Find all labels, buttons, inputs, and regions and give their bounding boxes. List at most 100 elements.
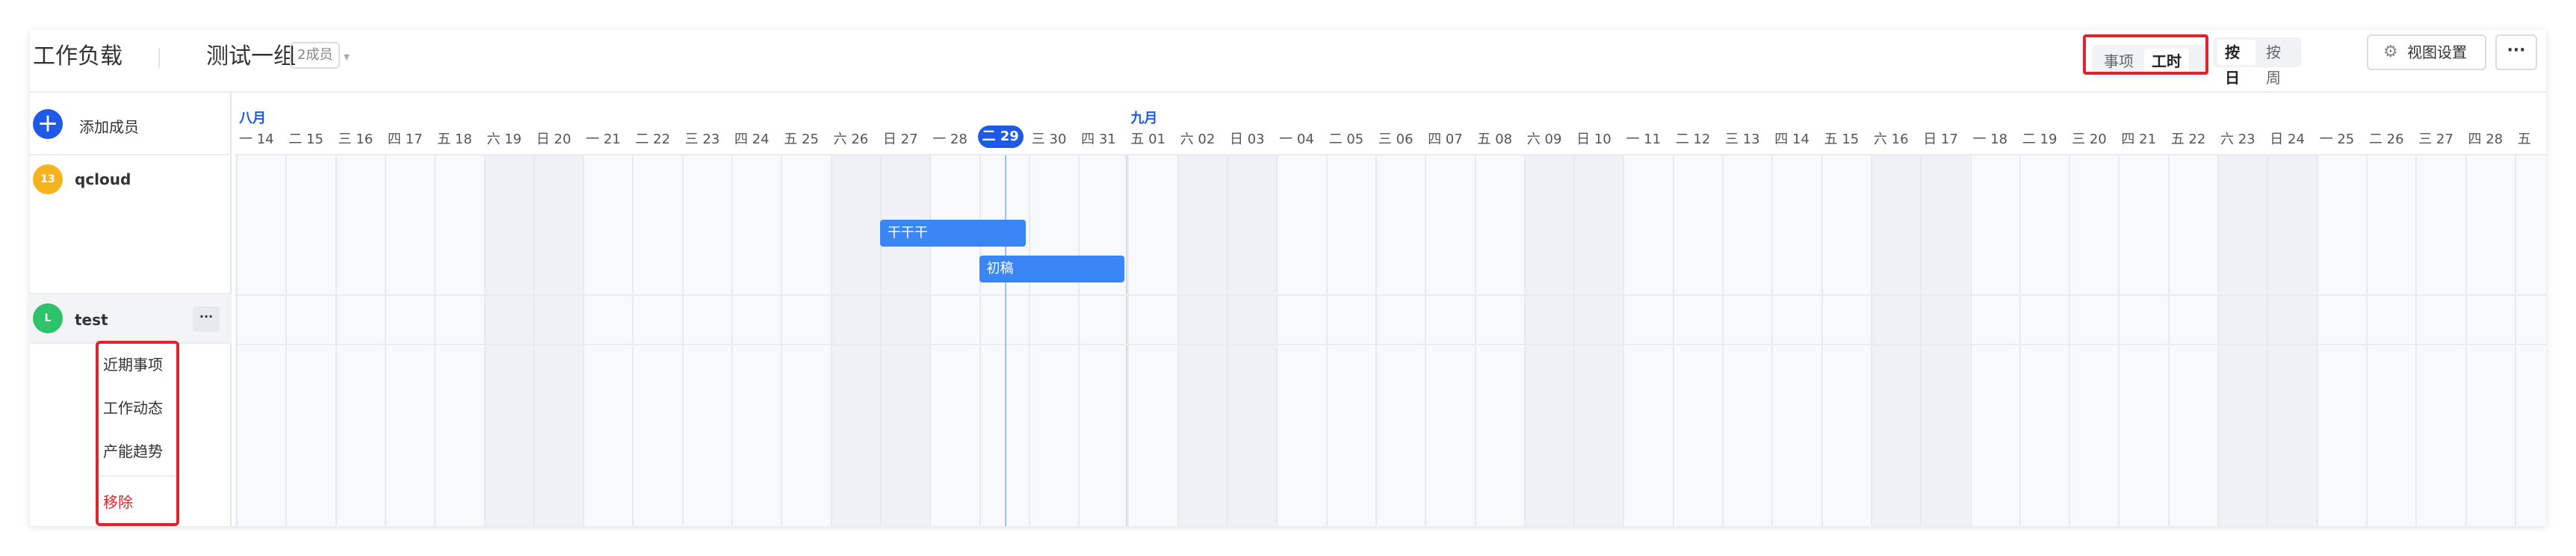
day-gridline — [1573, 155, 1576, 526]
task-bar[interactable]: 初稿 — [979, 256, 1125, 282]
day-label: 一 28 — [932, 132, 967, 147]
weekend-column — [1920, 155, 1970, 526]
day-gridline — [483, 155, 486, 526]
page-title: 工作负载 — [33, 43, 123, 70]
weekend-column — [2267, 155, 2317, 526]
day-gridline — [2415, 155, 2418, 526]
day-gridline — [2267, 155, 2269, 526]
day-gridline — [929, 155, 932, 526]
day-gridline — [1672, 155, 1674, 526]
day-label: 一 25 — [2319, 132, 2355, 147]
group-selector[interactable]: 测试一组 — [206, 42, 296, 72]
weekend-column — [1177, 155, 1227, 526]
row-more-button[interactable]: ··· — [193, 306, 220, 332]
highlight-box — [2083, 34, 2208, 75]
day-label: 一 11 — [1626, 132, 1662, 147]
workload-app: 工作负载 测试一组 2成员 ▾ 事项 工时 按日 按周 ⚙ 视图设置 ··· +… — [30, 30, 2546, 526]
day-gridline — [1920, 155, 1922, 526]
time-scale-toggle: 按日 按周 — [2213, 37, 2301, 87]
member-name: qcloud — [75, 170, 131, 188]
day-gridline — [632, 155, 634, 526]
day-label: 四 14 — [1774, 132, 1809, 147]
date-header: 一 14 二 15 三 16 四 17 五 18 六 19 日 20 一 21 二 22 三 23… — [235, 93, 2546, 155]
add-member-label[interactable]: 添加成员 — [79, 115, 139, 137]
view-settings-button[interactable]: ⚙ 视图设置 — [2367, 34, 2486, 70]
day-label: 二 22 — [635, 132, 671, 147]
more-button[interactable]: ··· — [2495, 34, 2537, 70]
timeline-grid: 一 14 二 15 三 16 四 17 五 18 六 19 日 20 一 21 二 22 三 23… — [235, 93, 2546, 526]
day-label: 日 24 — [2270, 132, 2305, 147]
member-row-test: L test ··· — [30, 294, 232, 344]
day-label: 四 07 — [1428, 132, 1463, 147]
day-gridline — [681, 155, 684, 526]
chevron-down-icon[interactable]: ▾ — [344, 49, 350, 64]
day-gridline — [1870, 155, 1872, 526]
menu-item-capacity-trend[interactable]: 产能趋势 — [103, 439, 163, 461]
menu-item-work-activity[interactable]: 工作动态 — [103, 396, 163, 418]
add-member-row[interactable]: + 添加成员 — [30, 93, 232, 155]
menu-item-remove[interactable]: 移除 — [103, 490, 133, 512]
day-gridline — [1474, 155, 1476, 526]
day-label: 三 13 — [1725, 132, 1760, 147]
day-label: 三 30 — [1031, 132, 1067, 147]
weekend-column — [1573, 155, 1623, 526]
day-label: 日 10 — [1576, 132, 1611, 147]
member-row-qcloud: 13 qcloud — [30, 155, 232, 294]
day-label: 二 12 — [1675, 132, 1711, 147]
today-marker: 二 29 — [977, 126, 1024, 148]
day-gridline — [781, 155, 783, 526]
plus-icon[interactable]: + — [33, 109, 63, 139]
day-label: 二 15 — [288, 132, 323, 147]
day-label: 五 25 — [784, 132, 819, 147]
day-label: 六 09 — [1526, 132, 1562, 147]
weekend-column — [2217, 155, 2267, 526]
member-context-menu: 近期事项 工作动态 产能趋势 移除 — [96, 341, 179, 526]
scale-week[interactable]: 按周 — [2258, 40, 2297, 87]
day-label: 五 15 — [1824, 132, 1860, 147]
day-label: 三 06 — [1378, 132, 1414, 147]
day-gridline — [879, 155, 882, 526]
day-gridline — [1771, 155, 1774, 526]
day-label: 三 27 — [2418, 132, 2453, 147]
day-gridline — [533, 155, 535, 526]
day-label: 四 24 — [734, 132, 770, 147]
day-gridline — [434, 155, 436, 526]
day-gridline — [1623, 155, 1625, 526]
day-gridline — [1127, 155, 1130, 526]
day-label: 日 27 — [882, 132, 918, 147]
month-divider — [1126, 155, 1128, 526]
day-label: 五 22 — [2170, 132, 2206, 147]
day-gridline — [335, 155, 337, 526]
day-label: 三 16 — [338, 132, 374, 147]
day-label: 二 05 — [1328, 132, 1364, 147]
menu-item-recent-items[interactable]: 近期事项 — [103, 353, 163, 374]
day-label: 一 21 — [586, 132, 621, 147]
weekend-column — [1227, 155, 1277, 526]
day-label: 五 18 — [437, 132, 472, 147]
row-divider — [235, 294, 2546, 296]
day-gridline — [2217, 155, 2219, 526]
menu-divider — [99, 475, 176, 477]
day-gridline — [1078, 155, 1080, 526]
day-label: 一 04 — [1279, 132, 1314, 147]
scale-day[interactable]: 按日 — [2217, 40, 2255, 87]
day-gridline — [1325, 155, 1328, 526]
day-label: 五 01 — [1130, 132, 1166, 147]
day-gridline — [2069, 155, 2071, 526]
day-label: 三 23 — [684, 132, 720, 147]
header-divider — [158, 48, 160, 69]
weekend-column — [1870, 155, 1921, 526]
day-label: 日 03 — [1230, 132, 1265, 147]
day-gridline — [2465, 155, 2467, 526]
day-label: 日 20 — [536, 132, 572, 147]
weekend-column — [830, 155, 880, 526]
day-gridline — [236, 155, 238, 526]
day-gridline — [1375, 155, 1377, 526]
row-divider — [235, 344, 2546, 345]
day-gridline — [979, 155, 981, 526]
day-gridline — [2365, 155, 2368, 526]
task-bar[interactable]: 干干干 — [879, 220, 1026, 247]
day-gridline — [830, 155, 832, 526]
day-label: 五 — [2517, 132, 2531, 147]
day-label: 四 21 — [2121, 132, 2157, 147]
